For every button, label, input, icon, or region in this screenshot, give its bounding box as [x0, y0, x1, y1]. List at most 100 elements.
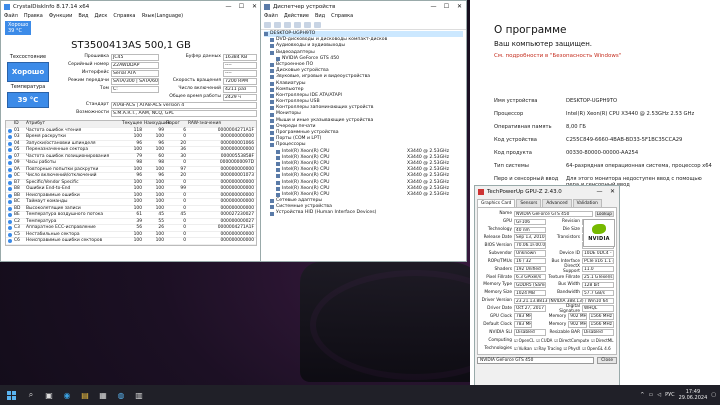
feature-checkbox[interactable]: DirectCompute [554, 338, 589, 343]
tree-node[interactable]: Устройства HID (Human Interface Devices) [264, 210, 463, 216]
devmgr-titlebar[interactable]: Диспетчер устройств — ☐ ✕ [261, 1, 466, 12]
crystaldiskinfo-window[interactable]: CrystalDiskInfo 8.17.14 x64 — ☐ ✕ Файл П… [0, 0, 262, 262]
feature-checkbox[interactable]: OpenGL 4.6 [582, 346, 611, 351]
gpuz-key: Subvendor [488, 250, 512, 256]
disk-tab[interactable]: Хорошо 39 °C [5, 21, 32, 35]
gpuz-titlebar[interactable]: TechPowerUp GPU-Z 2.43.0 — ✕ [475, 186, 619, 197]
gpuz-key: Release Date [483, 235, 512, 241]
chevron-up-icon[interactable]: ^ [640, 392, 644, 398]
smart-attribute: Неисправимые ошибки секторов [26, 238, 103, 243]
gpuz-key: Device ID [559, 250, 580, 256]
monitor-icon[interactable] [314, 21, 321, 28]
temperature-value[interactable]: 39 °C [7, 92, 49, 108]
menu-edit[interactable]: Правка [24, 13, 43, 19]
feature-checkbox[interactable]: CUDA [536, 338, 552, 343]
properties-icon[interactable] [284, 21, 291, 28]
device-tree[interactable]: DESKTOP-UGPH9TO DVD-дисководы и дисковод… [261, 30, 466, 218]
crystaldiskinfo-taskbar-icon[interactable]: ◍ [112, 385, 130, 405]
smart-row[interactable]: C6 Неисправимые ошибки секторов 100 100 0 000… [6, 238, 256, 245]
cpu-icon [276, 155, 280, 160]
gpuz-value: 192 Unified [514, 265, 546, 273]
menu-disk[interactable]: Диск [94, 13, 107, 19]
menu-file[interactable]: Файл [4, 13, 18, 19]
standard-key: Стандарт [85, 102, 109, 107]
menu-help[interactable]: Справка [331, 13, 353, 19]
edge-browser-icon[interactable]: ◉ [58, 385, 76, 405]
help-icon[interactable] [294, 21, 301, 28]
back-icon[interactable] [264, 21, 271, 28]
menu-view[interactable]: Вид [78, 13, 88, 19]
spec-row: Процессор Intel(R) Xeon(R) CPU X3440 @ 2.… [494, 111, 712, 121]
gpuz-close-button[interactable]: Close [597, 357, 617, 365]
info-value: 4211 раз [223, 86, 257, 93]
gpuz-checks-row: TechnologiesVulkanRay TracingPhysXOpenGL… [480, 344, 614, 352]
info-value: 2429 ч [223, 94, 257, 101]
gpu-name-row: Name NVIDIA GeForce GTS 450 Lookup [480, 210, 614, 218]
minimize-button[interactable]: — [593, 188, 606, 195]
gpuz-key: Memory [548, 314, 567, 320]
store-icon[interactable]: ▦ [94, 385, 112, 405]
device-category-icon [270, 38, 274, 43]
notifications-icon[interactable]: ▢ [711, 392, 716, 398]
minimize-button[interactable]: — [222, 3, 235, 10]
gpuz-value: 128 bit [582, 281, 614, 289]
lookup-button[interactable]: Lookup [594, 210, 614, 218]
status-dot-icon [8, 128, 12, 133]
gpuz-key: Die Size [562, 227, 580, 233]
feature-checkbox[interactable]: DirectML [591, 338, 614, 343]
minimize-button[interactable]: — [427, 3, 440, 10]
file-explorer-icon[interactable]: ▤ [76, 385, 94, 405]
device-manager-window[interactable]: Диспетчер устройств — ☐ ✕ Файл Действие … [260, 0, 467, 262]
health-status[interactable]: Хорошо [7, 62, 49, 82]
menu-file[interactable]: Файл [264, 13, 278, 19]
gpu-select[interactable]: NVIDIA GeForce GTS 450 [477, 357, 595, 365]
menu-view[interactable]: Вид [315, 13, 325, 19]
info-value: 7200 RPM [223, 78, 257, 85]
cdi-titlebar[interactable]: CrystalDiskInfo 8.17.14 x64 — ☐ ✕ [1, 1, 261, 12]
status-dot-icon [8, 154, 12, 159]
status-dot-icon [8, 193, 12, 198]
spec-key: Код устройства [494, 137, 537, 143]
network-icon[interactable]: ▭ [648, 392, 653, 398]
maximize-button[interactable]: ☐ [235, 3, 248, 10]
menu-action[interactable]: Действие [284, 13, 309, 19]
tab-sensors[interactable]: Sensors [516, 199, 542, 207]
clock[interactable]: 17:49 29.06.2024 [679, 389, 708, 401]
device-manager-taskbar-icon[interactable]: ▥ [130, 385, 148, 405]
feature-checkbox[interactable]: Vulkan [514, 346, 532, 351]
start-button[interactable] [0, 385, 22, 405]
cpu-icon [276, 192, 280, 197]
tab-graphics-card[interactable]: Graphics Card [477, 199, 516, 207]
feature-checkbox[interactable]: Ray Tracing [534, 346, 562, 351]
gpuz-checkbox-group: VulkanRay TracingPhysXOpenGL 4.6 [514, 346, 611, 351]
gpuz-window[interactable]: TechPowerUp GPU-Z 2.43.0 — ✕ Graphics Ca… [474, 185, 620, 390]
search-icon[interactable]: ⌕ [22, 385, 40, 405]
volume-icon[interactable]: ◁ [657, 392, 661, 398]
feature-checkbox[interactable]: OpenCL [514, 338, 535, 343]
menu-functions[interactable]: Функции [49, 13, 72, 19]
close-button[interactable]: ✕ [453, 3, 466, 10]
task-view-icon[interactable]: ▣ [40, 385, 58, 405]
tab-advanced[interactable]: Advanced [542, 199, 572, 207]
computer-icon [264, 32, 268, 37]
menu-language[interactable]: Язык(Language) [141, 13, 183, 19]
security-details-link[interactable]: См. подробности в "Безопасность Windows" [470, 48, 720, 60]
maximize-button[interactable]: ☐ [440, 3, 453, 10]
info-value: ---- [223, 70, 257, 77]
gpuz-app-icon [478, 188, 484, 195]
scan-hardware-icon[interactable] [304, 21, 311, 28]
close-button[interactable]: ✕ [606, 188, 619, 195]
feature-checkbox[interactable]: PhysX [564, 346, 580, 351]
smart-table[interactable]: ID Атрибут Текущее Наихудшее Порог RAW-з… [5, 120, 257, 246]
gpuz-key: ROPs/TMUs [487, 258, 512, 264]
menu-help[interactable]: Справка [113, 13, 135, 19]
device-category-icon [270, 112, 274, 117]
cpu-model: X3440 @ 2.53GHz [406, 191, 449, 197]
forward-icon[interactable] [274, 21, 281, 28]
tab-validation[interactable]: Validation [572, 199, 602, 207]
status-dot-icon [8, 148, 12, 152]
device-category-icon [270, 81, 274, 86]
disk-selector[interactable]: Хорошо 39 °C [1, 20, 261, 36]
gpuz-value: GDDR5 (Samsung) [514, 281, 546, 289]
language-indicator[interactable]: РУС [665, 392, 675, 398]
